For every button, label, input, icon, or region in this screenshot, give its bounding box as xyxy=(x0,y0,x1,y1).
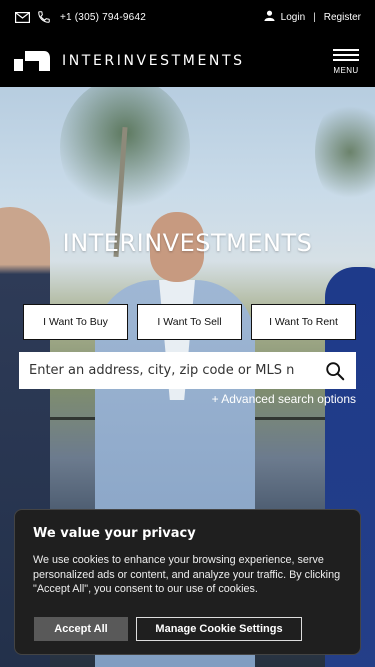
separator: | xyxy=(313,11,316,23)
menu-button[interactable]: MENU xyxy=(331,46,361,75)
hero-title: INTERINVESTMENTS xyxy=(62,229,313,257)
menu-label: MENU xyxy=(333,66,359,75)
brand-name[interactable]: INTERINVESTMENTS xyxy=(62,53,245,69)
cookie-body: We use cookies to enhance your browsing … xyxy=(33,554,341,596)
tab-rent[interactable]: I Want To Rent xyxy=(251,304,356,340)
mail-icon[interactable] xyxy=(14,10,30,24)
hero-background-palm-right xyxy=(315,97,375,207)
search-mode-tabs: I Want To Buy I Want To Sell I Want To R… xyxy=(23,304,356,340)
cookie-actions: Accept All Manage Cookie Settings xyxy=(34,617,302,641)
user-icon xyxy=(264,10,275,24)
search-icon[interactable] xyxy=(324,360,346,382)
phone-icon[interactable] xyxy=(36,10,52,24)
property-search xyxy=(19,352,356,389)
register-link[interactable]: Register xyxy=(324,12,361,23)
cookie-consent-banner: We value your privacy We use cookies to … xyxy=(14,509,361,655)
tab-sell[interactable]: I Want To Sell xyxy=(137,304,242,340)
login-link[interactable]: Login xyxy=(281,12,305,23)
hamburger-icon xyxy=(333,46,359,64)
cookie-title: We value your privacy xyxy=(33,526,196,541)
top-utility-bar: +1 (305) 794-9642 Login | Register xyxy=(0,0,375,34)
logo-mark[interactable] xyxy=(14,50,50,71)
site-header: INTERINVESTMENTS MENU xyxy=(0,34,375,87)
search-input[interactable] xyxy=(29,363,318,378)
accept-all-button[interactable]: Accept All xyxy=(34,617,128,641)
advanced-search-link[interactable]: + Advanced search options xyxy=(212,392,356,406)
manage-cookie-settings-button[interactable]: Manage Cookie Settings xyxy=(136,617,302,641)
tab-buy[interactable]: I Want To Buy xyxy=(23,304,128,340)
phone-number-link[interactable]: +1 (305) 794-9642 xyxy=(60,12,146,23)
